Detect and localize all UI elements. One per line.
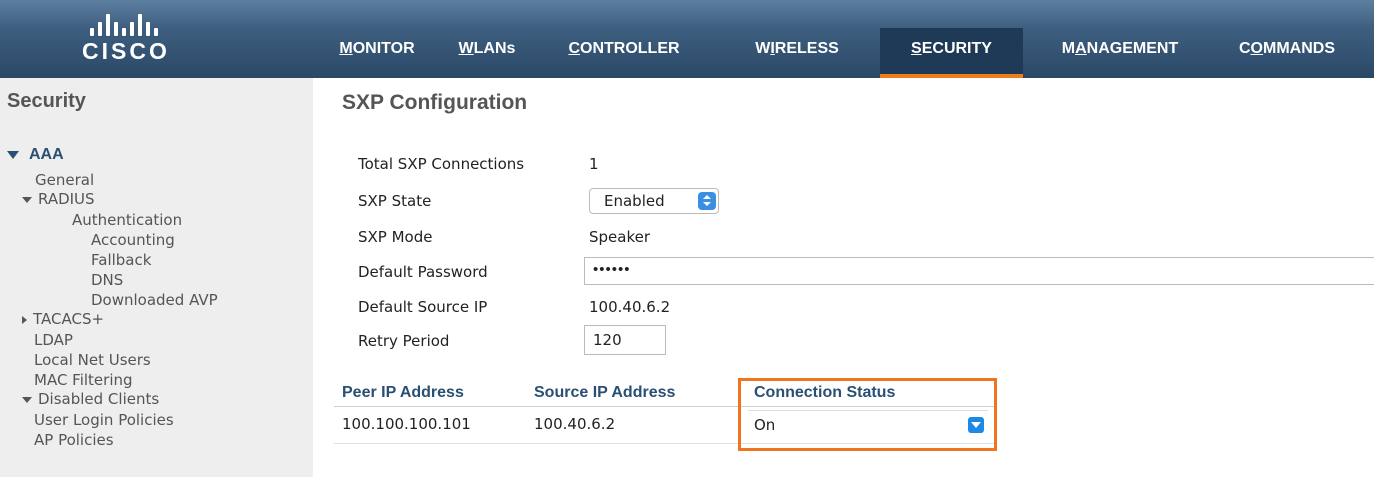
sxp-state-label: SXP State: [358, 192, 432, 210]
sidebar-item-accounting[interactable]: Accounting: [91, 231, 175, 249]
sxp-state-value: Enabled: [604, 192, 665, 210]
collapse-arrow-icon: [22, 315, 27, 324]
sidebar-item-disabled-clients[interactable]: Disabled Clients: [22, 390, 159, 408]
sidebar-item-tacacs[interactable]: TACACS+: [22, 310, 104, 328]
retry-period-label: Retry Period: [358, 332, 450, 350]
expand-arrow-icon: [22, 196, 32, 203]
sxp-mode-value: Speaker: [589, 228, 651, 246]
total-connections-label: Total SXP Connections: [358, 155, 525, 173]
default-source-ip-label: Default Source IP: [358, 298, 488, 316]
sidebar-title: Security: [7, 90, 86, 112]
page-title: SXP Configuration: [342, 91, 528, 114]
column-header-connection-status: Connection Status: [754, 384, 896, 401]
sidebar-item-authentication[interactable]: Authentication: [72, 211, 182, 229]
sidebar: Security AAA General RADIUS Authenticati…: [0, 78, 313, 477]
cisco-logo[interactable]: CISCO: [62, 8, 222, 68]
chevron-down-icon: [968, 417, 984, 433]
peer-ip-cell: 100.100.100.101: [342, 415, 471, 433]
nav-wlans[interactable]: WLANs: [453, 28, 521, 78]
connection-status-select[interactable]: On: [748, 410, 988, 438]
nav-wireless[interactable]: WIRELESS: [727, 28, 867, 78]
nav-commands[interactable]: COMMANDS: [1217, 28, 1357, 78]
cisco-wordmark: CISCO: [82, 38, 170, 64]
expand-arrow-icon: [7, 151, 19, 159]
top-bar: CISCO MONITOR WLANs CONTROLLER WIRELESS …: [0, 0, 1374, 78]
sxp-mode-label: SXP Mode: [358, 228, 433, 246]
default-password-field[interactable]: ••••••: [584, 257, 1374, 285]
sidebar-item-dns[interactable]: DNS: [91, 271, 123, 289]
nav-security[interactable]: SECURITY: [880, 28, 1023, 78]
nav-monitor[interactable]: MONITOR: [317, 28, 437, 78]
sidebar-item-mac-filtering[interactable]: MAC Filtering: [34, 371, 133, 389]
total-connections-value: 1: [589, 155, 599, 173]
sidebar-item-radius[interactable]: RADIUS: [22, 190, 95, 208]
sidebar-item-ldap[interactable]: LDAP: [34, 331, 73, 349]
table-row-divider: [334, 443, 994, 444]
sidebar-section-aaa[interactable]: AAA: [7, 146, 64, 164]
sidebar-item-downloaded-avp[interactable]: Downloaded AVP: [91, 291, 218, 309]
nav-management[interactable]: MANAGEMENT: [1035, 28, 1205, 78]
sxp-state-select[interactable]: Enabled: [589, 188, 719, 214]
sidebar-item-local-net-users[interactable]: Local Net Users: [34, 351, 151, 369]
connection-status-value: On: [754, 416, 776, 434]
column-header-peer-ip: Peer IP Address: [342, 384, 464, 401]
default-password-label: Default Password: [358, 263, 488, 281]
table-header-divider: [334, 406, 994, 407]
expand-arrow-icon: [22, 396, 32, 403]
sidebar-item-user-login-policies[interactable]: User Login Policies: [34, 411, 174, 429]
source-ip-cell: 100.40.6.2: [534, 415, 616, 433]
sidebar-item-general[interactable]: General: [35, 171, 94, 189]
retry-period-field[interactable]: 120: [584, 325, 666, 355]
select-arrows-icon: [698, 192, 716, 210]
default-source-ip-value: 100.40.6.2: [589, 298, 671, 316]
sidebar-item-ap-policies[interactable]: AP Policies: [34, 431, 114, 449]
sidebar-item-fallback[interactable]: Fallback: [91, 251, 151, 269]
column-header-source-ip: Source IP Address: [534, 384, 676, 401]
sidebar-section-label: AAA: [29, 146, 64, 163]
nav-controller[interactable]: CONTROLLER: [535, 28, 713, 78]
